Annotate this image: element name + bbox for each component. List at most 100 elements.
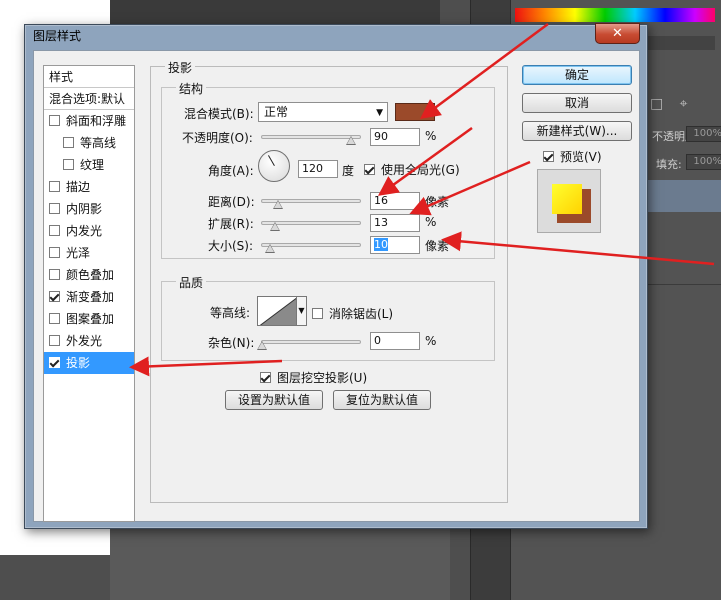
checkbox-icon [364, 164, 375, 175]
size-value: 10 [374, 238, 388, 251]
style-item[interactable]: 外发光 [44, 330, 134, 352]
cancel-button[interactable]: 取消 [522, 93, 632, 113]
spread-slider[interactable] [261, 216, 361, 231]
distance-label: 距离(D): [208, 195, 255, 209]
panel-fill-value[interactable]: 100% [686, 154, 721, 170]
checkbox-icon[interactable] [49, 247, 60, 258]
noise-slider[interactable] [257, 335, 361, 350]
new-style-button[interactable]: 新建样式(W)... [522, 121, 632, 141]
panel-opacity-value[interactable]: 100% [686, 126, 721, 142]
style-item[interactable]: 斜面和浮雕 [44, 110, 134, 132]
style-item[interactable]: 等高线 [44, 132, 134, 154]
checkbox-icon[interactable] [49, 313, 60, 324]
slider-thumb[interactable] [265, 244, 275, 253]
contour-curve-icon [259, 297, 296, 325]
style-item-label: 内发光 [66, 224, 103, 238]
angle-input[interactable]: 120 [298, 160, 338, 178]
style-item[interactable]: 纹理 [44, 154, 134, 176]
dialog-title: 图层样式 [33, 29, 82, 43]
checkbox-icon[interactable] [63, 159, 74, 170]
blend-mode-value: 正常 [264, 105, 289, 119]
size-slider[interactable] [261, 238, 361, 253]
checkbox-icon[interactable] [49, 225, 60, 236]
angle-unit: 度 [342, 164, 355, 178]
style-item-label: 颜色叠加 [66, 268, 115, 282]
checkbox-icon [543, 151, 554, 162]
contour-picker[interactable] [257, 296, 297, 326]
preview-square [552, 184, 582, 214]
checkbox-icon [260, 372, 271, 383]
checkbox-icon[interactable] [49, 291, 60, 302]
make-default-button[interactable]: 设置为默认值 [225, 390, 323, 410]
checkbox-icon[interactable] [49, 269, 60, 280]
style-item-label: 等高线 [80, 136, 117, 150]
slider-thumb[interactable] [257, 341, 267, 350]
opacity-slider[interactable] [261, 130, 361, 145]
opacity-label: 不透明度(O): [182, 131, 253, 145]
style-item[interactable]: 渐变叠加 [44, 286, 134, 308]
close-button[interactable]: ✕ [595, 23, 640, 44]
shadow-color-swatch[interactable] [395, 103, 435, 121]
blend-mode-label: 混合模式(B): [184, 107, 254, 121]
checkbox-icon [312, 308, 323, 319]
checkbox-icon[interactable] [49, 357, 60, 368]
blend-options-item[interactable]: 混合选项:默认 [44, 88, 134, 110]
noise-input[interactable]: 0 [370, 332, 420, 350]
preview-checkbox[interactable]: 预览(V) [543, 148, 602, 165]
style-item-label: 光泽 [66, 246, 91, 260]
style-item-label: 描边 [66, 180, 91, 194]
slider-thumb[interactable] [273, 200, 283, 209]
checkbox-icon[interactable] [49, 203, 60, 214]
style-item[interactable]: 内阴影 [44, 198, 134, 220]
checkbox-icon[interactable] [63, 137, 74, 148]
size-input[interactable]: 10 [370, 236, 420, 254]
panel-fill-label: 填充: [656, 158, 682, 171]
style-list-header[interactable]: 样式 [44, 66, 134, 88]
contour-label: 等高线: [210, 306, 251, 320]
style-item[interactable]: 内发光 [44, 220, 134, 242]
opacity-input[interactable]: 90 [370, 128, 420, 146]
checkbox-icon[interactable] [49, 335, 60, 346]
reset-default-button[interactable]: 复位为默认值 [333, 390, 431, 410]
style-item-label: 内阴影 [66, 202, 103, 216]
style-item[interactable]: 图案叠加 [44, 308, 134, 330]
structure-group: 结构 混合模式(B): 正常 ▼ 不透明度(O): 90 % 角度(A): 12… [161, 80, 495, 259]
layer-style-dialog: 图层样式 ✕ 样式 混合选项:默认 斜面和浮雕等高线纹理描边内阴影内发光光泽颜色… [24, 23, 648, 529]
distance-slider[interactable] [261, 194, 361, 209]
style-preview [537, 169, 601, 233]
knockout-checkbox[interactable]: 图层挖空投影(U) [260, 369, 367, 386]
noise-label: 杂色(N): [208, 336, 255, 350]
slider-thumb[interactable] [270, 222, 280, 231]
global-light-checkbox[interactable]: 使用全局光(G) [364, 161, 460, 178]
noise-unit: % [425, 334, 437, 348]
selected-layer-row[interactable] [640, 180, 721, 212]
style-item-label: 渐变叠加 [66, 290, 115, 304]
style-item-label: 图案叠加 [66, 312, 115, 326]
angle-hand-icon [268, 155, 275, 166]
blend-mode-select[interactable]: 正常 ▼ [258, 102, 388, 122]
ok-button[interactable]: 确定 [522, 65, 632, 85]
style-item[interactable]: 光泽 [44, 242, 134, 264]
angle-label: 角度(A): [208, 164, 254, 178]
style-item[interactable]: 描边 [44, 176, 134, 198]
anti-alias-checkbox[interactable]: 消除锯齿(L) [312, 305, 393, 322]
slider-thumb[interactable] [346, 136, 356, 145]
style-item[interactable]: 颜色叠加 [44, 264, 134, 286]
panel-lock-icons[interactable]: □ ⌖ [650, 96, 694, 112]
quality-title: 品质 [176, 274, 207, 291]
style-list: 样式 混合选项:默认 斜面和浮雕等高线纹理描边内阴影内发光光泽颜色叠加渐变叠加图… [43, 65, 135, 522]
spread-input[interactable]: 13 [370, 214, 420, 232]
panel-divider [640, 284, 721, 285]
checkbox-icon[interactable] [49, 181, 60, 192]
color-spectrum[interactable] [515, 8, 715, 22]
checkbox-icon[interactable] [49, 115, 60, 126]
angle-dial[interactable] [258, 150, 290, 182]
spread-unit: % [425, 215, 437, 229]
spread-label: 扩展(R): [208, 217, 254, 231]
dialog-body: 样式 混合选项:默认 斜面和浮雕等高线纹理描边内阴影内发光光泽颜色叠加渐变叠加图… [33, 50, 640, 522]
contour-dropdown-icon[interactable]: ▼ [297, 296, 307, 326]
style-item-label: 外发光 [66, 334, 103, 348]
style-item[interactable]: 投影 [44, 352, 134, 374]
chevron-down-icon: ▼ [376, 108, 383, 118]
distance-input[interactable]: 16 [370, 192, 420, 210]
